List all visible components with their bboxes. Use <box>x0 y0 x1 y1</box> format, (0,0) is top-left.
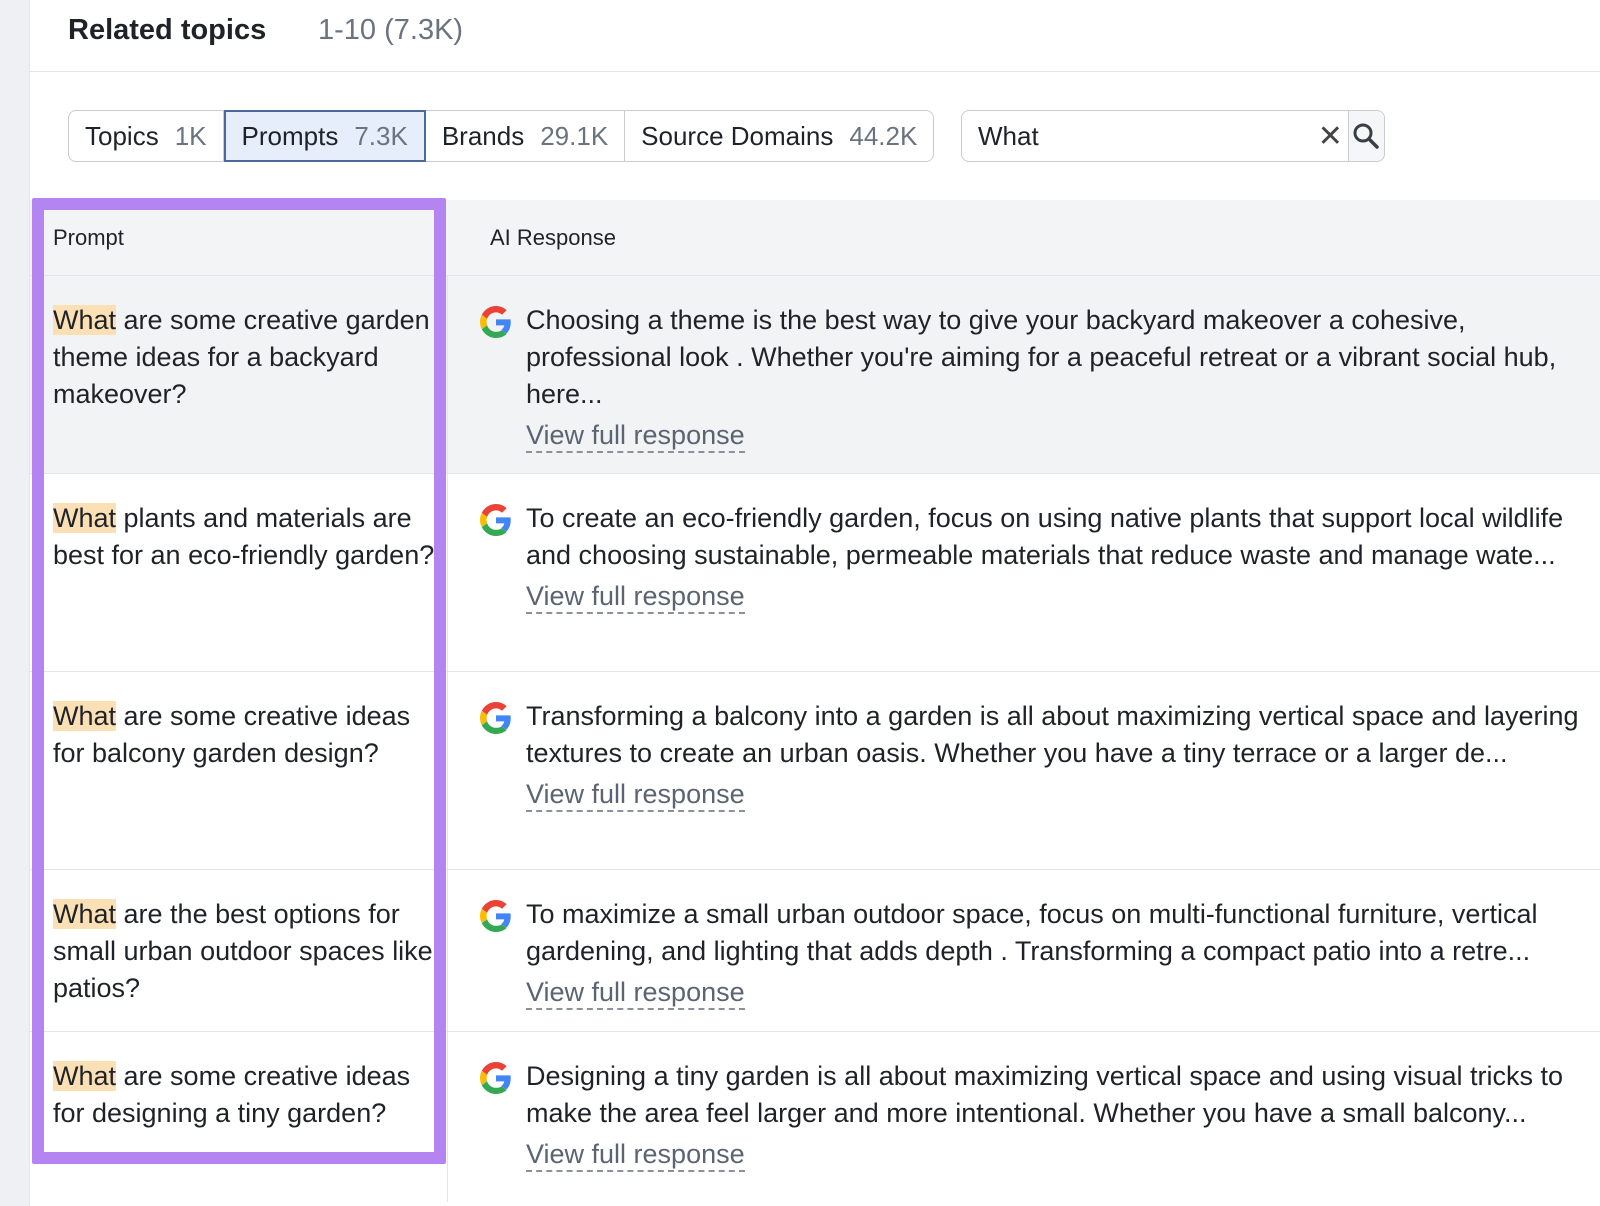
keyword-highlight: What <box>53 1061 117 1091</box>
tab-count: 1K <box>174 120 207 151</box>
response-cell: To create an eco-friendly garden, focus … <box>448 474 1600 671</box>
search-icon <box>1353 123 1380 149</box>
table-row[interactable]: What are some creative ideas for balcony… <box>30 672 1600 870</box>
prompt-cell: What are some creative ideas for designi… <box>30 1032 448 1202</box>
keyword-highlight: What <box>53 305 117 335</box>
google-icon <box>480 306 511 338</box>
keyword-highlight: What <box>53 701 117 731</box>
google-icon <box>480 504 511 536</box>
filter-tabs: Topics 1K Prompts 7.3K Brands 29.1K Sour… <box>68 110 935 162</box>
response-text: Transforming a balcony into a garden is … <box>526 701 1579 768</box>
tab-prompts[interactable]: Prompts 7.3K <box>223 110 426 162</box>
table-row[interactable]: What are some creative ideas for designi… <box>30 1032 1600 1202</box>
tab-label: Brands <box>441 120 525 151</box>
response-text: To create an eco-friendly garden, focus … <box>526 503 1564 570</box>
result-range: 1-10 (7.3K) <box>318 14 464 46</box>
search-box: ✕ <box>961 110 1385 162</box>
left-sidebar-strip <box>0 0 30 1206</box>
section-title: Related topics <box>68 14 267 46</box>
search-input[interactable] <box>962 111 1313 161</box>
prompt-cell: What are some creative ideas for balcony… <box>30 672 448 869</box>
google-icon <box>480 1062 511 1094</box>
view-full-response-link[interactable]: View full response <box>526 580 745 614</box>
table-row[interactable]: What are some creative garden theme idea… <box>30 276 1600 474</box>
tab-count: 29.1K <box>540 120 609 151</box>
table-header: Prompt AI Response <box>30 200 1600 276</box>
table-row[interactable]: What plants and materials are best for a… <box>30 474 1600 672</box>
search-button[interactable] <box>1347 111 1384 161</box>
view-full-response-link[interactable]: View full response <box>526 1138 745 1172</box>
prompts-table: Prompt AI Response What are some creativ… <box>30 200 1600 1202</box>
tab-label: Topics <box>85 120 159 151</box>
response-text: To maximize a small urban outdoor space,… <box>526 899 1538 966</box>
tab-count: 44.2K <box>849 120 918 151</box>
tab-brands[interactable]: Brands 29.1K <box>426 111 626 161</box>
response-cell: To maximize a small urban outdoor space,… <box>448 870 1600 1031</box>
tab-count: 7.3K <box>354 120 408 151</box>
prompt-cell: What plants and materials are best for a… <box>30 474 448 671</box>
clear-search-button[interactable]: ✕ <box>1313 111 1348 161</box>
response-text: Choosing a theme is the best way to give… <box>526 305 1557 409</box>
tab-source-domains[interactable]: Source Domains 44.2K <box>625 111 933 161</box>
prompt-cell: What are the best options for small urba… <box>30 870 448 1031</box>
column-header-ai-response[interactable]: AI Response <box>448 200 616 275</box>
column-header-prompt[interactable]: Prompt <box>30 200 448 275</box>
tab-label: Source Domains <box>641 120 834 151</box>
google-icon <box>480 900 511 932</box>
tab-label: Prompts <box>241 120 339 151</box>
response-text: Designing a tiny garden is all about max… <box>526 1061 1564 1128</box>
section-header: Related topics 1-10 (7.3K) <box>30 0 1600 72</box>
view-full-response-link[interactable]: View full response <box>526 778 745 812</box>
view-full-response-link[interactable]: View full response <box>526 419 745 453</box>
response-cell: Designing a tiny garden is all about max… <box>448 1032 1600 1202</box>
response-cell: Transforming a balcony into a garden is … <box>448 672 1600 869</box>
google-icon <box>480 702 511 734</box>
keyword-highlight: What <box>53 503 117 533</box>
keyword-highlight: What <box>53 899 117 929</box>
table-row[interactable]: What are the best options for small urba… <box>30 870 1600 1032</box>
tab-topics[interactable]: Topics 1K <box>69 111 224 161</box>
prompt-cell: What are some creative garden theme idea… <box>30 276 448 473</box>
response-cell: Choosing a theme is the best way to give… <box>448 276 1600 473</box>
close-icon: ✕ <box>1317 119 1343 153</box>
view-full-response-link[interactable]: View full response <box>526 976 745 1010</box>
